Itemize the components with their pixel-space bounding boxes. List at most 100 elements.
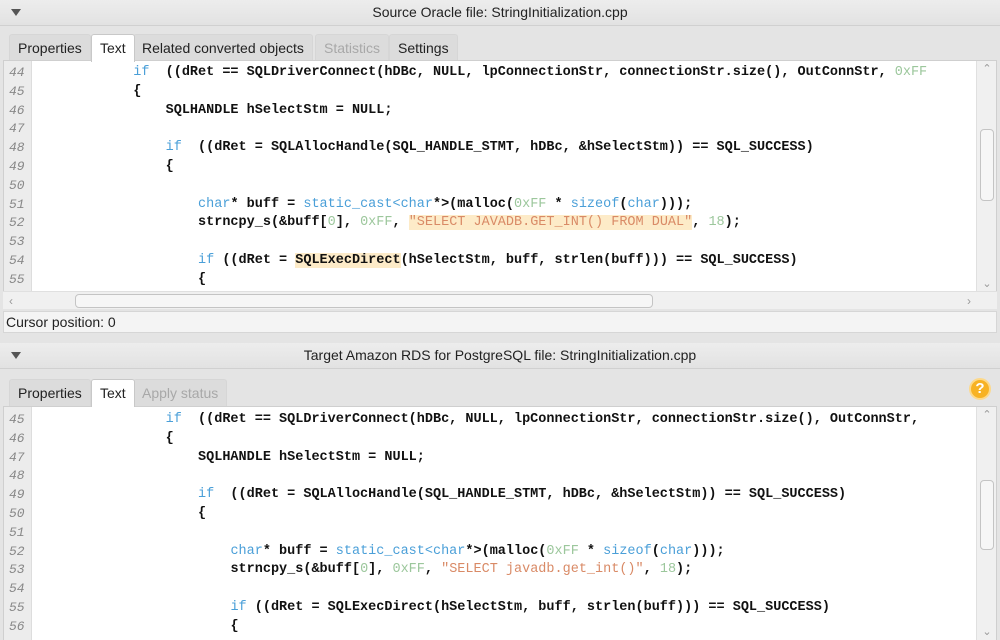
code-line: 47: [4, 119, 996, 138]
line-number: 51: [9, 524, 25, 540]
code-token: {: [133, 83, 142, 99]
source-tab-related-converted-objects[interactable]: Related converted objects: [133, 34, 313, 62]
code-token: ((dRet =: [214, 253, 296, 268]
code-text: {: [36, 617, 239, 636]
code-text: {: [36, 270, 206, 289]
code-token: 0: [327, 215, 336, 231]
scroll-left-icon[interactable]: ‹: [3, 292, 19, 310]
target-panel-header[interactable]: Target Amazon RDS for PostgreSQL file: S…: [0, 343, 1000, 369]
target-tab-text[interactable]: Text: [91, 379, 135, 407]
code-text: strncpy_s(&buff[0], 0xFF, "SELECT javadb…: [36, 560, 692, 579]
code-token: SQLHANDLE hSelectStm = NULL;: [198, 449, 425, 465]
line-number: 44: [9, 65, 25, 80]
scroll-up-icon[interactable]: ⌃: [977, 407, 996, 423]
source-horizontal-scrollbar[interactable]: ‹ ›: [3, 291, 997, 309]
code-token: * buff =: [230, 196, 304, 212]
code-token: char: [198, 196, 231, 212]
source-tab-text[interactable]: Text: [91, 34, 135, 62]
code-token: {: [230, 618, 239, 634]
code-token: * buff =: [262, 543, 336, 559]
code-token: if: [133, 65, 150, 80]
code-token: 18: [708, 215, 725, 231]
code-token: );: [724, 215, 741, 231]
code-text: {: [36, 82, 141, 101]
source-tabbar: Properties Text Related converted object…: [0, 31, 1000, 62]
collapse-arrow-icon[interactable]: [11, 352, 21, 359]
target-vertical-scrollbar[interactable]: ⌃ ⌄: [976, 407, 996, 640]
line-number: 54: [9, 253, 25, 268]
code-token: SQLExecDirect: [295, 253, 401, 268]
scroll-up-icon[interactable]: ⌃: [977, 61, 996, 77]
code-text: char* buff = static_cast<char*>(malloc(0…: [36, 195, 692, 214]
code-token: )));: [692, 543, 725, 559]
code-token: SQLHANDLE hSelectStm = NULL;: [165, 102, 393, 118]
code-token: ,: [392, 215, 409, 231]
code-token: if: [198, 253, 215, 268]
code-line: 48: [4, 466, 996, 485]
scroll-down-icon[interactable]: ⌄: [977, 276, 996, 292]
code-line: 44 if ((dRet == SQLDriverConnect(hDBc, N…: [4, 63, 996, 82]
source-code-editor[interactable]: 44 if ((dRet == SQLDriverConnect(hDBc, N…: [3, 60, 997, 293]
code-line: 51: [4, 523, 996, 542]
code-token: 0xFF: [546, 543, 579, 559]
code-line: 48 if ((dRet = SQLAllocHandle(SQL_HANDLE…: [4, 138, 996, 157]
source-vertical-scroll-thumb[interactable]: [980, 129, 994, 201]
target-tabbar: Properties Text Apply status ?: [0, 376, 1000, 407]
source-tab-properties[interactable]: Properties: [9, 34, 91, 62]
code-token: *>(malloc(: [432, 196, 514, 212]
line-number: 49: [9, 159, 25, 174]
code-line: 49 {: [4, 157, 996, 176]
target-code-editor[interactable]: 45 if ((dRet == SQLDriverConnect(hDBc, N…: [3, 406, 997, 640]
source-horizontal-scroll-thumb[interactable]: [75, 294, 653, 308]
line-number: 52: [9, 543, 25, 559]
help-icon[interactable]: ?: [969, 378, 991, 400]
scroll-right-icon[interactable]: ›: [961, 292, 977, 310]
line-number: 56: [9, 618, 25, 634]
code-line: 52 strncpy_s(&buff[0], 0xFF, "SELECT JAV…: [4, 213, 996, 232]
code-token: {: [165, 159, 174, 174]
code-token: 0xFF: [514, 196, 547, 212]
collapse-arrow-icon[interactable]: [11, 9, 21, 16]
code-token: ((dRet == SQLDriverConnect(hDBc, NULL, l…: [149, 65, 895, 80]
code-token: {: [198, 506, 207, 521]
code-line: 53 strncpy_s(&buff[0], 0xFF, "SELECT jav…: [4, 560, 996, 579]
code-token: ,: [643, 562, 660, 578]
line-number: 50: [9, 506, 25, 521]
code-token: char: [659, 543, 693, 559]
line-number: 45: [9, 83, 25, 99]
code-text: if ((dRet == SQLDriverConnect(hDBc, NULL…: [36, 63, 927, 82]
code-token: 18: [659, 562, 677, 578]
code-text: {: [36, 429, 174, 448]
code-token: "SELECT JAVADB.GET_INT() FROM DUAL": [408, 215, 693, 231]
target-tab-properties[interactable]: Properties: [9, 379, 91, 407]
code-token: )));: [659, 196, 693, 212]
line-number: 51: [9, 196, 25, 212]
code-line: 46 {: [4, 429, 996, 448]
source-panel-header[interactable]: Source Oracle file: StringInitialization…: [0, 0, 1000, 26]
code-token: sizeof: [570, 196, 620, 212]
source-panel-title: Source Oracle file: StringInitialization…: [372, 4, 628, 20]
code-line: 50: [4, 176, 996, 195]
line-number: 48: [9, 468, 25, 484]
line-number: 53: [9, 562, 25, 578]
code-token: 0: [360, 562, 369, 578]
source-tab-settings[interactable]: Settings: [389, 34, 458, 62]
line-number: 55: [9, 271, 25, 287]
code-line: 45 {: [4, 82, 996, 101]
scroll-down-icon[interactable]: ⌄: [977, 624, 996, 640]
code-token: (: [651, 543, 660, 559]
target-vertical-scroll-thumb[interactable]: [980, 480, 994, 550]
code-line: 50 {: [4, 504, 996, 523]
line-number: 48: [9, 140, 25, 156]
line-number: 54: [9, 581, 25, 597]
code-line: 52 char* buff = static_cast<char*>(mallo…: [4, 542, 996, 561]
code-token: );: [676, 562, 693, 578]
code-text: {: [36, 504, 206, 523]
source-vertical-scrollbar[interactable]: ⌃ ⌄: [976, 61, 996, 292]
line-number: 55: [9, 600, 25, 615]
code-token: if: [165, 412, 182, 427]
target-tab-apply-status: Apply status: [133, 379, 228, 407]
